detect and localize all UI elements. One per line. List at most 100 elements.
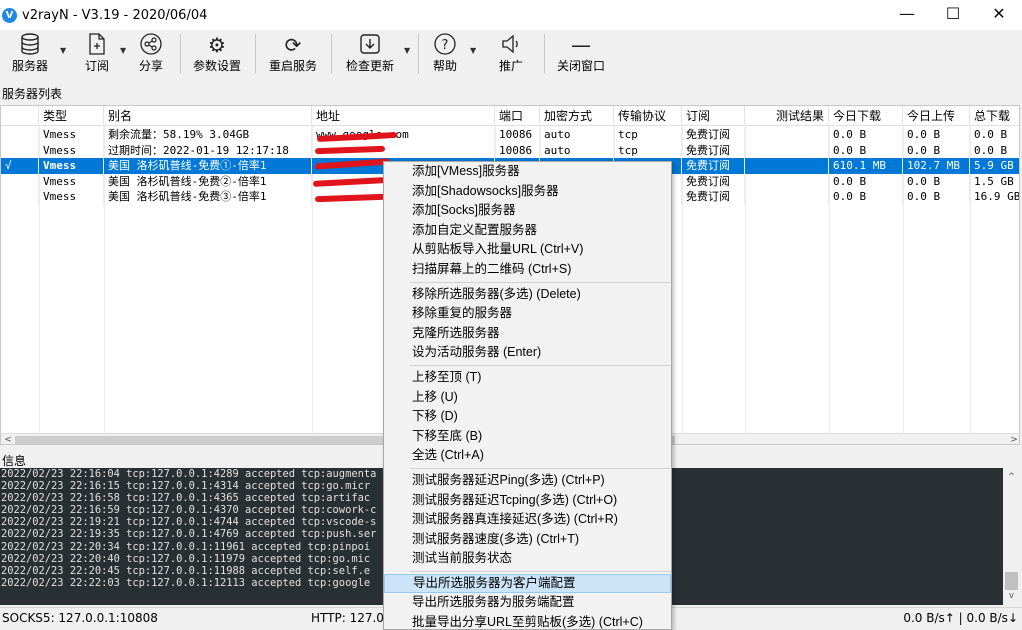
share-icon bbox=[134, 32, 168, 58]
column-header-today-up[interactable]: 今日上传 bbox=[903, 106, 970, 126]
cell-network: tcp bbox=[614, 142, 682, 158]
toolbar-help-button[interactable]: ? 帮助 bbox=[428, 32, 462, 78]
scroll-up-icon[interactable]: ^ bbox=[1003, 470, 1020, 484]
dash-icon: — bbox=[571, 33, 591, 57]
column-header-address[interactable]: 地址 bbox=[312, 106, 495, 126]
menu-item-export-client-config[interactable]: 导出所选服务器为客户端配置 bbox=[384, 573, 671, 594]
column-header-subscription[interactable]: 订阅 bbox=[682, 106, 745, 126]
column-header-check[interactable] bbox=[1, 106, 39, 126]
column-header-total-down[interactable]: 总下载 bbox=[970, 106, 1019, 126]
cell-today-up: 0.0 B bbox=[903, 127, 970, 143]
toolbar-settings-button[interactable]: ⚙ 参数设置 bbox=[190, 32, 244, 78]
toolbar-share-label: 分享 bbox=[138, 59, 163, 73]
menu-item-add-socks[interactable]: 添加[Socks]服务器 bbox=[384, 201, 671, 221]
menu-item-test-current-status[interactable]: 测试当前服务状态 bbox=[384, 549, 671, 569]
cell-today-up: 0.0 B bbox=[903, 142, 970, 158]
toolbar-separator bbox=[331, 34, 332, 74]
menu-item-import-clipboard[interactable]: 从剪贴板导入批量URL (Ctrl+V) bbox=[384, 240, 671, 260]
menu-item-set-active[interactable]: 设为活动服务器 (Enter) bbox=[384, 343, 671, 363]
toolbar: 服务器 ▼ 订阅 ▼ 分享 ⚙ 参数设置 ⟳ 重启服务 检查更新 ▼ ? 帮助 … bbox=[0, 30, 1022, 80]
cell-alias: 美国 洛杉矶普线-免费①-倍率1 bbox=[104, 158, 312, 174]
toolbar-restart-button[interactable]: ⟳ 重启服务 bbox=[266, 32, 320, 78]
update-dropdown-arrow-icon[interactable]: ▼ bbox=[404, 46, 410, 55]
toolbar-share-button[interactable]: 分享 bbox=[134, 32, 168, 78]
cell-total-down: 0.0 B bbox=[970, 143, 1019, 159]
menu-item-add-vmess[interactable]: 添加[VMess]服务器 bbox=[384, 162, 671, 182]
menu-item-move-up[interactable]: 上移 (U) bbox=[384, 388, 671, 408]
menu-item-move-down[interactable]: 下移 (D) bbox=[384, 407, 671, 427]
cell-total-down: 5.9 GB bbox=[970, 158, 1019, 174]
cell-today-down: 610.1 MB bbox=[829, 158, 903, 174]
menu-item-add-shadowsocks[interactable]: 添加[Shadowsocks]服务器 bbox=[384, 182, 671, 202]
cell-subscription: 免费订阅 bbox=[682, 158, 745, 174]
column-header-security[interactable]: 加密方式 bbox=[540, 106, 614, 126]
scroll-left-icon[interactable]: < bbox=[1, 434, 15, 444]
cell-test-result bbox=[745, 127, 829, 143]
menu-item-test-ping[interactable]: 测试服务器延迟Ping(多选) (Ctrl+P) bbox=[384, 471, 671, 491]
toolbar-close-window-button[interactable]: — 关闭窗口 bbox=[554, 32, 608, 78]
column-header-today-down[interactable]: 今日下载 bbox=[829, 106, 903, 126]
document-plus-icon bbox=[80, 32, 114, 58]
toolbar-restart-label: 重启服务 bbox=[268, 59, 317, 73]
cell-alias: 美国 洛杉矶普线-免费②-倍率1 bbox=[104, 173, 312, 189]
cell-subscription: 免费订阅 bbox=[682, 189, 745, 205]
cell-total-down: 1.5 GB bbox=[970, 174, 1019, 190]
cell-test-result bbox=[745, 142, 829, 158]
menu-item-move-top[interactable]: 上移至顶 (T) bbox=[384, 368, 671, 388]
toolbar-servers-button[interactable]: 服务器 bbox=[8, 32, 52, 78]
menu-item-scan-qrcode[interactable]: 扫描屏幕上的二维码 (Ctrl+S) bbox=[384, 260, 671, 280]
menu-item-remove-duplicates[interactable]: 移除重复的服务器 bbox=[384, 304, 671, 324]
scroll-right-icon[interactable]: > bbox=[1007, 434, 1019, 444]
server-row[interactable]: Vmess 剩余流量：58.19% 3.04GB www.google.com … bbox=[1, 127, 1019, 143]
column-header-network[interactable]: 传输协议 bbox=[614, 106, 682, 126]
toolbar-subscribe-label: 订阅 bbox=[84, 59, 109, 73]
column-header-alias[interactable]: 别名 bbox=[104, 106, 312, 126]
menu-item-export-share-urls[interactable]: 批量导出分享URL至剪贴板(多选) (Ctrl+C) bbox=[384, 613, 671, 629]
server-row[interactable]: Vmess 过期时间：2022-01-19 12:17:18 10086 aut… bbox=[1, 142, 1019, 159]
subscribe-dropdown-arrow-icon[interactable]: ▼ bbox=[120, 46, 126, 55]
menu-item-test-real-delay[interactable]: 测试服务器真连接延迟(多选) (Ctrl+R) bbox=[384, 510, 671, 530]
minimize-button[interactable]: — bbox=[884, 0, 930, 30]
menu-separator bbox=[410, 570, 671, 572]
menu-item-move-bottom[interactable]: 下移至底 (B) bbox=[384, 427, 671, 447]
info-label: 信息 bbox=[2, 454, 27, 468]
menu-item-test-speed[interactable]: 测试服务器速度(多选) (Ctrl+T) bbox=[384, 530, 671, 550]
cell-total-down: 0.0 B bbox=[970, 127, 1019, 143]
toolbar-settings-label: 参数设置 bbox=[192, 59, 241, 73]
cell-alias: 过期时间：2022-01-19 12:17:18 bbox=[104, 142, 312, 158]
menu-item-clone[interactable]: 克隆所选服务器 bbox=[384, 324, 671, 344]
title-bar: V v2rayN - V3.19 - 2020/06/04 — ☐ ✕ bbox=[0, 0, 1022, 30]
cell-test-result bbox=[745, 158, 829, 174]
menu-item-export-server-config[interactable]: 导出所选服务器为服务端配置 bbox=[384, 593, 671, 613]
column-header-port[interactable]: 端口 bbox=[495, 106, 540, 126]
toolbar-check-update-button[interactable]: 检查更新 bbox=[343, 32, 397, 78]
menu-item-select-all[interactable]: 全选 (Ctrl+A) bbox=[384, 446, 671, 466]
servers-dropdown-arrow-icon[interactable]: ▼ bbox=[60, 46, 66, 55]
cell-today-down: 0.0 B bbox=[829, 142, 903, 158]
maximize-button[interactable]: ☐ bbox=[930, 0, 976, 30]
gear-icon: ⚙ bbox=[208, 33, 226, 57]
help-dropdown-arrow-icon[interactable]: ▼ bbox=[470, 46, 476, 55]
column-header-test-result[interactable]: 测试结果 bbox=[745, 106, 829, 126]
menu-item-test-tcping[interactable]: 测试服务器延迟Tcping(多选) (Ctrl+O) bbox=[384, 491, 671, 511]
scroll-down-icon[interactable]: v bbox=[1003, 589, 1020, 603]
cell-test-result bbox=[745, 173, 829, 189]
vertical-scroll-thumb[interactable] bbox=[1005, 572, 1018, 590]
menu-item-add-custom[interactable]: 添加自定义配置服务器 bbox=[384, 221, 671, 241]
toolbar-subscribe-button[interactable]: 订阅 bbox=[80, 32, 114, 78]
cell-type: Vmess bbox=[39, 127, 104, 143]
cell-check bbox=[1, 127, 39, 143]
cell-today-up: 0.0 B bbox=[903, 189, 970, 205]
cell-check bbox=[1, 173, 39, 189]
vertical-scrollbar[interactable]: ^ v bbox=[1003, 468, 1020, 605]
column-header-type[interactable]: 类型 bbox=[39, 106, 104, 126]
menu-separator bbox=[410, 281, 671, 283]
close-button[interactable]: ✕ bbox=[976, 0, 1022, 30]
cell-subscription: 免费订阅 bbox=[682, 173, 745, 189]
toolbar-promote-button[interactable]: 推广 bbox=[494, 32, 528, 78]
cell-alias: 美国 洛杉矶普线-免费③-倍率1 bbox=[104, 189, 312, 205]
cell-subscription: 免费订阅 bbox=[682, 127, 745, 143]
menu-item-remove-selected[interactable]: 移除所选服务器(多选) (Delete) bbox=[384, 285, 671, 305]
toolbar-separator bbox=[418, 34, 419, 74]
cell-port: 10086 bbox=[495, 127, 540, 143]
